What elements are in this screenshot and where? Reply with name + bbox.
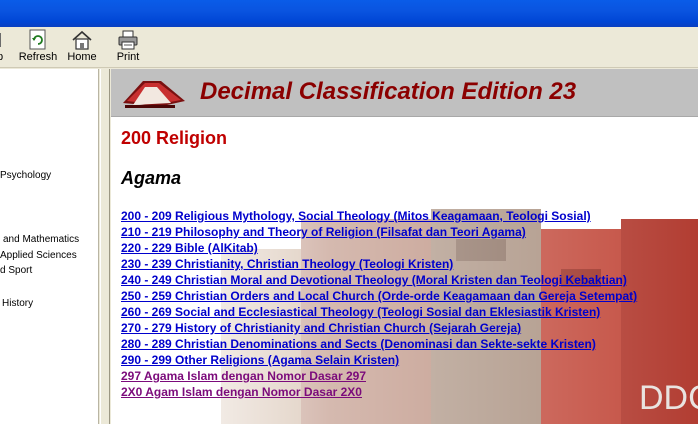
link-230-239[interactable]: 230 - 239 Christianity, Christian Theolo… xyxy=(121,256,637,272)
toolbar: p Refresh Home xyxy=(0,27,698,68)
banner-title: Decimal Classification Edition 23 xyxy=(200,78,577,105)
refresh-button[interactable]: Refresh xyxy=(18,29,58,66)
tree-item-sport[interactable]: d Sport xyxy=(0,265,32,276)
link-290-299[interactable]: 290 - 299 Other Religions (Agama Selain … xyxy=(121,352,637,368)
link-200-209[interactable]: 200 - 209 Religious Mythology, Social Th… xyxy=(121,208,637,224)
header-banner: Decimal Classification Edition 23 xyxy=(111,69,698,117)
partial-toolbar-label: p xyxy=(0,51,6,64)
print-button[interactable]: Print xyxy=(112,29,144,66)
link-250-259[interactable]: 250 - 259 Christian Orders and Local Chu… xyxy=(121,288,637,304)
content-pane: DDC Decimal Classification Edition 23 20… xyxy=(111,69,698,424)
print-label: Print xyxy=(116,51,140,63)
home-icon xyxy=(71,29,93,51)
home-label: Home xyxy=(67,51,97,63)
pane-splitter[interactable] xyxy=(100,69,110,424)
section-title: 200 Religion xyxy=(121,128,228,148)
tree-item-applied-sciences[interactable]: Applied Sciences xyxy=(0,250,77,261)
printer-icon xyxy=(117,29,139,51)
link-220-229[interactable]: 220 - 229 Bible (AlKitab) xyxy=(121,240,637,256)
ddc-watermark-text: DDC xyxy=(639,379,698,417)
link-280-289[interactable]: 280 - 289 Christian Denominations and Se… xyxy=(121,336,637,352)
tree-item-mathematics[interactable]: and Mathematics xyxy=(3,234,79,245)
link-210-219[interactable]: 210 - 219 Philosophy and Theory of Relig… xyxy=(121,224,637,240)
window-title-bar[interactable] xyxy=(0,0,698,27)
partial-icon xyxy=(0,29,3,51)
classification-link-list: 200 - 209 Religious Mythology, Social Th… xyxy=(121,208,637,400)
link-2x0-islam[interactable]: 2X0 Agam Islam dengan Nomor Dasar 2X0 xyxy=(121,384,637,400)
link-260-269[interactable]: 260 - 269 Social and Ecclesiastical Theo… xyxy=(121,304,637,320)
refresh-label: Refresh xyxy=(18,51,58,63)
home-button[interactable]: Home xyxy=(64,29,100,66)
link-270-279[interactable]: 270 - 279 History of Christianity and Ch… xyxy=(121,320,637,336)
refresh-icon xyxy=(27,29,49,51)
book-logo-icon xyxy=(121,75,187,111)
navigation-tree-pane[interactable]: Psychology and Mathematics Applied Scien… xyxy=(0,69,99,424)
tree-item-psychology[interactable]: Psychology xyxy=(0,170,51,181)
partial-toolbar-button[interactable]: p xyxy=(0,29,6,66)
link-297-islam[interactable]: 297 Agama Islam dengan Nomor Dasar 297 xyxy=(121,368,637,384)
section-subtitle: Agama xyxy=(121,168,182,188)
tree-item-history[interactable]: History xyxy=(2,298,33,309)
link-240-249[interactable]: 240 - 249 Christian Moral and Devotional… xyxy=(121,272,637,288)
